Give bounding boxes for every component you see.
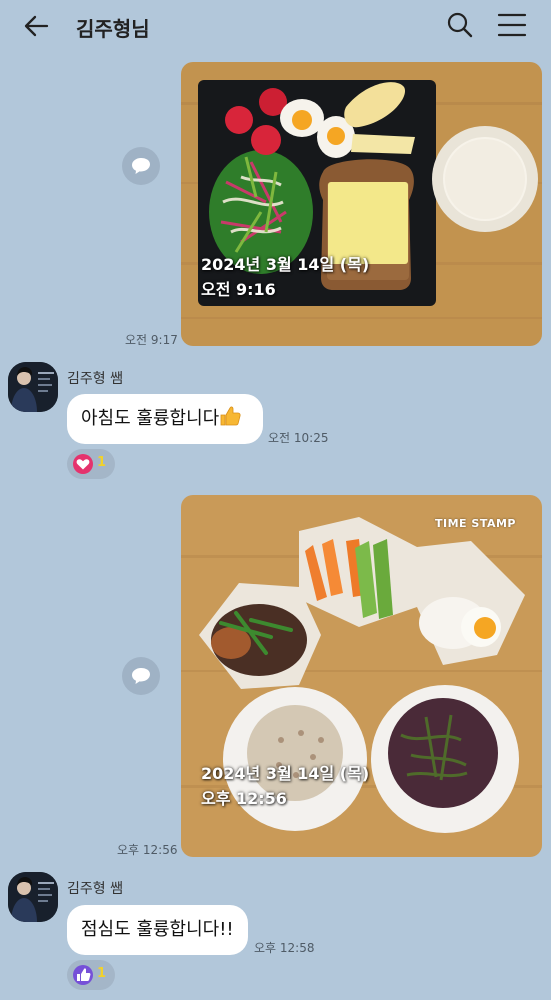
message-time: 오후 12:58 — [254, 941, 315, 955]
chat-title: 김주형님 — [76, 17, 150, 41]
sender-name: 김주형 쌤 — [67, 371, 123, 387]
message-bubble[interactable]: 점심도 훌륭합니다!! — [67, 905, 248, 955]
hamburger-menu-icon[interactable] — [496, 10, 528, 40]
message-text: 아침도 훌륭합니다 — [81, 408, 220, 429]
breakfast-photo-image — [181, 62, 542, 346]
share-icon[interactable] — [122, 147, 160, 185]
thumbs-up-emoji — [219, 397, 241, 447]
message-text: 점심도 훌륭합니다!! — [81, 919, 234, 940]
message-bubble[interactable]: 아침도 훌륭합니다 — [67, 394, 263, 444]
avatar[interactable] — [8, 872, 58, 922]
heart-icon — [73, 454, 93, 474]
message-time: 오전 10:25 — [268, 431, 329, 445]
time-stamp-watermark: TIME STAMP — [435, 517, 516, 530]
photo-date-stamp: 2024년 3월 14일 (목) — [201, 255, 370, 274]
reaction-count: 1 — [97, 455, 107, 470]
search-icon[interactable] — [445, 10, 475, 40]
sender-name: 김주형 쌤 — [67, 881, 123, 897]
message-time: 오전 9:17 — [125, 333, 178, 347]
reaction-badge[interactable]: 1 — [67, 449, 115, 479]
reaction-badge[interactable]: 1 — [67, 960, 115, 990]
top-bar: 김주형님 — [0, 0, 551, 52]
avatar[interactable] — [8, 362, 58, 412]
breakfast-photo[interactable]: 2024년 3월 14일 (목) 오전 9:16 — [181, 62, 542, 346]
reaction-count: 1 — [97, 966, 107, 981]
photo-date-stamp: 2024년 3월 14일 (목) — [201, 764, 370, 783]
photo-time-stamp: 오후 12:56 — [201, 789, 287, 808]
back-arrow-icon[interactable] — [20, 10, 52, 42]
photo-time-stamp: 오전 9:16 — [201, 280, 276, 299]
thumbs-up-icon — [73, 965, 93, 985]
message-time: 오후 12:56 — [117, 843, 178, 857]
share-icon[interactable] — [122, 657, 160, 695]
lunch-photo[interactable]: TIME STAMP 2024년 3월 14일 (목) 오후 12:56 — [181, 495, 542, 857]
